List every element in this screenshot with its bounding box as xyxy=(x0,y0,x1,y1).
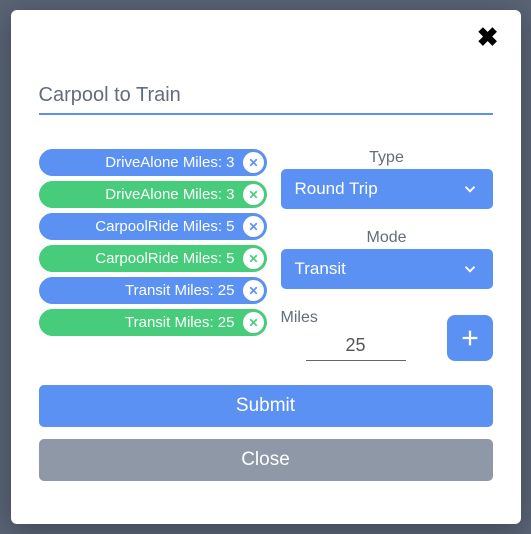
submit-button[interactable]: Submit xyxy=(39,385,493,427)
chip-remove-icon[interactable] xyxy=(243,152,264,173)
modal-content: DriveAlone Miles: 3 DriveAlone Miles: 3 Ca… xyxy=(39,149,493,361)
chip-label: Transit Miles: 25 xyxy=(49,314,243,331)
miles-label: Miles xyxy=(281,309,431,327)
chip-label: DriveAlone Miles: 3 xyxy=(49,154,243,171)
chip-remove-icon[interactable] xyxy=(243,248,264,269)
type-label: Type xyxy=(281,149,493,167)
type-select-value: Round Trip xyxy=(295,179,461,199)
chevron-down-icon xyxy=(461,260,479,278)
trip-title-input[interactable] xyxy=(39,82,493,115)
chevron-down-icon xyxy=(461,180,479,198)
chip: Transit Miles: 25 xyxy=(39,309,267,336)
form-panel: Type Round Trip Mode Transit Miles xyxy=(281,149,493,361)
chip: DriveAlone Miles: 3 xyxy=(39,149,267,176)
miles-input[interactable] xyxy=(306,331,406,361)
mode-select-value: Transit xyxy=(295,259,461,279)
chip-remove-icon[interactable] xyxy=(243,312,264,333)
type-select[interactable]: Round Trip xyxy=(281,169,493,209)
chip: Transit Miles: 25 xyxy=(39,277,267,304)
chip-remove-icon[interactable] xyxy=(243,216,264,237)
chip-remove-icon[interactable] xyxy=(243,280,264,301)
plus-icon xyxy=(459,327,481,349)
miles-row: Miles xyxy=(281,309,493,361)
chip: DriveAlone Miles: 3 xyxy=(39,181,267,208)
close-icon[interactable]: ✖ xyxy=(477,24,499,50)
button-row: Submit Close xyxy=(39,385,493,481)
chip-label: DriveAlone Miles: 3 xyxy=(49,186,243,203)
chip-remove-icon[interactable] xyxy=(243,184,264,205)
mode-label: Mode xyxy=(281,229,493,247)
modal-dialog: ✖ DriveAlone Miles: 3DriveAlone Miles: 3… xyxy=(11,10,521,524)
chip-label: CarpoolRide Miles: 5 xyxy=(49,250,243,267)
miles-field: Miles xyxy=(281,309,431,361)
mode-select[interactable]: Transit xyxy=(281,249,493,289)
chip-label: Transit Miles: 25 xyxy=(49,282,243,299)
add-button[interactable] xyxy=(447,315,493,361)
close-button[interactable]: Close xyxy=(39,439,493,481)
chip: CarpoolRide Miles: 5 xyxy=(39,213,267,240)
chip: CarpoolRide Miles: 5 xyxy=(39,245,267,272)
chip-list: DriveAlone Miles: 3 DriveAlone Miles: 3 Ca… xyxy=(39,149,267,361)
chip-label: CarpoolRide Miles: 5 xyxy=(49,218,243,235)
